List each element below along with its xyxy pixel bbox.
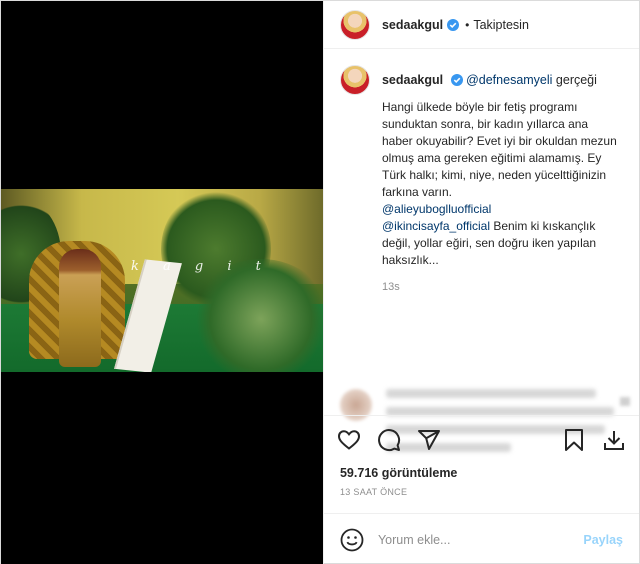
video-frame[interactable]: k a g i t — [1, 189, 323, 372]
caption-text-part1: Hangi ülkede böyle bir fetiş programı su… — [381, 100, 617, 199]
view-count[interactable]: 59.716 görüntüleme — [324, 463, 639, 483]
share-icon[interactable] — [416, 427, 442, 453]
caption-username[interactable]: sedaakgul — [382, 73, 443, 87]
download-icon[interactable] — [601, 427, 627, 453]
post-side-panel: sedaakgul • Takiptesin sedaakgul @defnes… — [322, 1, 639, 564]
heart-icon[interactable] — [336, 427, 362, 453]
blurred-line — [385, 389, 596, 398]
caption-mention-3[interactable]: @ikincisayfa_official — [382, 219, 490, 233]
comment-icon[interactable] — [376, 427, 402, 453]
emoji-icon[interactable] — [340, 528, 364, 552]
post-comment-button[interactable]: Paylaş — [583, 533, 623, 547]
comment-input[interactable] — [377, 532, 584, 547]
verified-badge-icon — [447, 18, 460, 31]
caption: sedaakgul @defnesamyeli gerçeği Hangi ül… — [339, 65, 623, 293]
video-panel[interactable]: k a g i t — [1, 1, 323, 564]
post-header: sedaakgul • Takiptesin — [323, 1, 639, 49]
caption-mention-2[interactable]: @alieyuboglluofficial — [382, 202, 491, 216]
caption-body: sedaakgul @defnesamyeli gerçeği Hangi ül… — [382, 65, 622, 293]
caption-text: Hangi ülkede böyle bir fetiş programı su… — [382, 99, 622, 269]
post-age[interactable]: 13 SAAT ÖNCE — [324, 483, 639, 513]
avatar[interactable] — [339, 9, 370, 40]
header-username[interactable]: sedaakgul — [382, 18, 443, 32]
bookmark-icon[interactable] — [561, 427, 587, 453]
blurred-heart-icon — [619, 397, 630, 406]
caption-avatar[interactable] — [339, 65, 370, 95]
comment-box: Paylaş — [323, 513, 639, 564]
video-plant-front — [191, 259, 323, 372]
caption-time[interactable]: 13s — [382, 281, 622, 293]
verified-badge-icon — [450, 74, 463, 86]
header-separator: • — [465, 17, 470, 32]
instagram-post: k a g i t sedaakgul • Takiptesin sedaakg… — [0, 0, 640, 564]
video-overlay-text: k a g i t — [131, 259, 271, 274]
action-bar — [323, 415, 639, 463]
caption-head-suffix: gerçeği — [552, 73, 597, 87]
comments-area: sedaakgul @defnesamyeli gerçeği Hangi ül… — [324, 49, 639, 452]
caption-mention[interactable]: @defnesamyeli — [466, 73, 552, 87]
caption-head: sedaakgul @defnesamyeli gerçeği — [382, 71, 622, 89]
follow-status[interactable]: Takiptesin — [473, 18, 529, 32]
video-person — [59, 249, 101, 367]
